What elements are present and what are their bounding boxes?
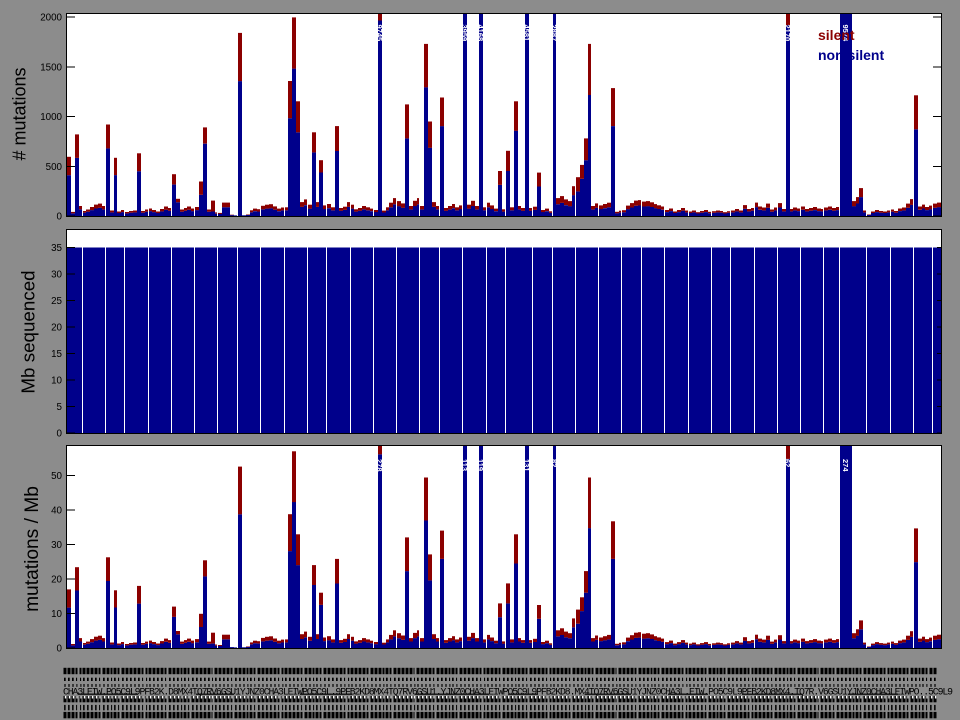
svg-text:0: 0	[57, 212, 63, 223]
svg-text:0: 0	[57, 429, 63, 440]
svg-text:20: 20	[51, 323, 62, 334]
svg-text:4581: 4581	[522, 25, 531, 42]
svg-text:0: 0	[57, 644, 63, 655]
svg-text:500: 500	[46, 162, 63, 173]
svg-text:119: 119	[476, 459, 485, 471]
svg-text:25: 25	[51, 296, 62, 307]
svg-text:Mb sequenced: Mb sequenced	[18, 270, 39, 393]
svg-text:35: 35	[51, 243, 62, 254]
svg-text:mutations / Mb: mutations / Mb	[22, 486, 43, 612]
svg-text:10: 10	[51, 376, 62, 387]
svg-text:5: 5	[57, 402, 63, 413]
svg-text:50: 50	[51, 471, 62, 482]
svg-text:278: 278	[375, 459, 384, 472]
svg-text:4168: 4168	[476, 25, 485, 42]
svg-text:40: 40	[51, 506, 62, 517]
svg-text:non silent: non silent	[818, 47, 884, 63]
svg-text:20: 20	[51, 575, 62, 586]
svg-text:82: 82	[550, 459, 559, 467]
svg-text:10: 10	[51, 609, 62, 620]
svg-text:131: 131	[522, 459, 531, 472]
svg-text:1500: 1500	[40, 62, 62, 73]
svg-text:2170: 2170	[783, 25, 792, 42]
svg-text:30: 30	[51, 540, 62, 551]
svg-text:3959: 3959	[460, 25, 469, 42]
svg-text:15: 15	[51, 349, 62, 360]
svg-text:silent: silent	[818, 27, 855, 43]
svg-text:9745: 9745	[375, 25, 384, 42]
svg-text:113: 113	[460, 459, 469, 471]
svg-text:# mutations: # mutations	[10, 67, 30, 160]
svg-text:1000: 1000	[40, 112, 62, 123]
svg-text:274: 274	[841, 459, 850, 472]
svg-text:2000: 2000	[40, 13, 62, 24]
svg-text:62: 62	[783, 459, 792, 467]
svg-text:30: 30	[51, 270, 62, 281]
svg-text:2887: 2887	[550, 25, 559, 42]
